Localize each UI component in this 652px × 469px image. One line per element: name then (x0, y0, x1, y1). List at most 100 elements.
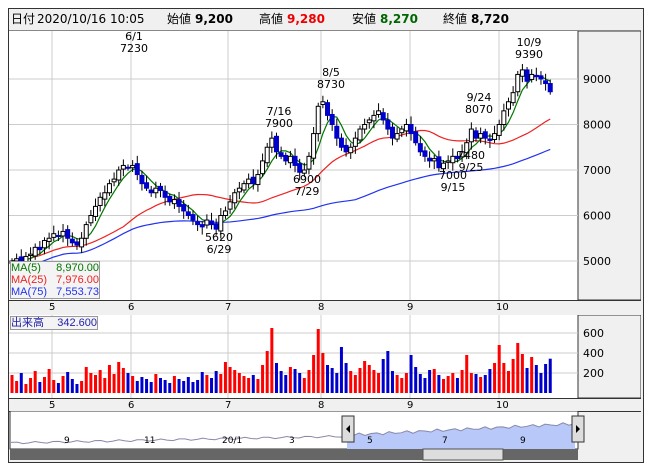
candle-body (524, 69, 530, 82)
candle-body (417, 143, 423, 153)
candle-body (176, 199, 182, 207)
price-tick-label: 9000 (583, 73, 611, 86)
volume-bar (548, 358, 552, 393)
volume-bar (94, 375, 98, 393)
month-label: 10 (496, 302, 509, 313)
candle-body (195, 221, 201, 226)
candle-body (348, 146, 354, 154)
candle-body (222, 210, 228, 216)
volume-chart[interactable]: 600 400 200 (9, 315, 641, 398)
candle-body (79, 237, 85, 248)
volume-bar (288, 367, 292, 393)
candle-body (74, 241, 80, 246)
candle-body (315, 105, 321, 135)
volume-bar (279, 371, 283, 393)
volume-bar (316, 329, 320, 393)
candle-body (199, 224, 205, 228)
volume-bar (154, 374, 158, 393)
navigator-label: 20/1 (222, 436, 242, 446)
candle-body (111, 178, 117, 183)
candle-body (538, 75, 544, 80)
volume-bar (168, 383, 172, 393)
month-label: 8 (318, 400, 325, 411)
volume-bar (19, 373, 23, 393)
volume-bar (270, 328, 274, 393)
candle-body (478, 133, 484, 139)
volume-bar (520, 354, 524, 393)
volume-bar (534, 365, 538, 393)
volume-bar (237, 373, 241, 393)
candle-body (181, 204, 187, 212)
volume-bar (451, 373, 455, 393)
annotation-line2: 8730 (317, 78, 345, 91)
volume-bar (131, 376, 135, 393)
date-label: 日付 (11, 12, 36, 26)
price-tick-label: 8000 (583, 119, 611, 132)
candle-body (144, 182, 150, 189)
scrollbar-thumb[interactable] (422, 448, 504, 461)
candle-body (273, 135, 279, 153)
range-navigator[interactable]: 9 11 20/1 3 5 7 9 (9, 411, 641, 461)
candle-body (436, 156, 442, 169)
candle-body (380, 112, 386, 121)
candle-body (232, 192, 238, 204)
candle-body (547, 83, 553, 93)
volume-bar (112, 374, 116, 393)
volume-bar (363, 361, 367, 393)
candle-body (543, 80, 549, 85)
volume-bar (126, 373, 130, 393)
low-label: 安値 (352, 12, 377, 26)
candle-body (260, 160, 266, 175)
candle-body (148, 189, 154, 194)
volume-bar (66, 372, 70, 393)
volume-bar (200, 372, 204, 393)
volume-bar (242, 376, 246, 393)
candle-body (371, 114, 377, 122)
candle-body (83, 224, 89, 239)
candle-body (505, 101, 511, 110)
candle-body (204, 219, 210, 226)
annotation-line2: 8070 (465, 103, 493, 116)
volume-bar (191, 382, 195, 393)
volume-bar (307, 370, 311, 393)
candle-body (422, 150, 428, 157)
candle-body (338, 137, 344, 148)
navigator-right-handle[interactable] (571, 415, 585, 443)
candle-body (130, 164, 136, 169)
candle-body (227, 201, 233, 210)
volume-bar (75, 384, 79, 393)
volume-bar (493, 363, 497, 393)
ohlc-header: 日付 2020/10/16 10:05 始値 9,200 高値 9,280 安値… (9, 9, 641, 31)
volume-bar (228, 367, 232, 393)
navigator-left-handle[interactable] (341, 415, 355, 443)
volume-bar (330, 368, 334, 393)
volume-bar (488, 369, 492, 393)
candle-body (255, 174, 261, 186)
price-chart[interactable]: 900080007000600050006/172307/1679008/587… (9, 31, 641, 300)
candle-body (134, 163, 140, 176)
candle-body (246, 178, 252, 185)
candle-body (413, 131, 419, 144)
candle-body (283, 154, 289, 162)
candle-body (515, 73, 521, 93)
volume-bar (56, 383, 60, 393)
navigator-label: 11 (144, 436, 155, 446)
volume-bar (469, 373, 473, 393)
price-annotation: 9/248070 (465, 91, 493, 116)
candle-body (213, 223, 219, 230)
candle-body (403, 124, 409, 132)
volume-bar (172, 376, 176, 393)
candle-body (153, 187, 159, 194)
volume-bar (442, 379, 446, 393)
volume-bar (358, 368, 362, 393)
volume-bar (38, 382, 42, 393)
volume-bar (89, 373, 93, 393)
volume-bar (182, 381, 186, 393)
volume-bar (321, 353, 325, 393)
volume-bar (247, 378, 251, 393)
candle-body (278, 152, 284, 157)
close-value: 8,720 (471, 12, 509, 26)
volume-bar (390, 371, 394, 393)
volume-bar (437, 375, 441, 393)
volume-bar (455, 378, 459, 393)
